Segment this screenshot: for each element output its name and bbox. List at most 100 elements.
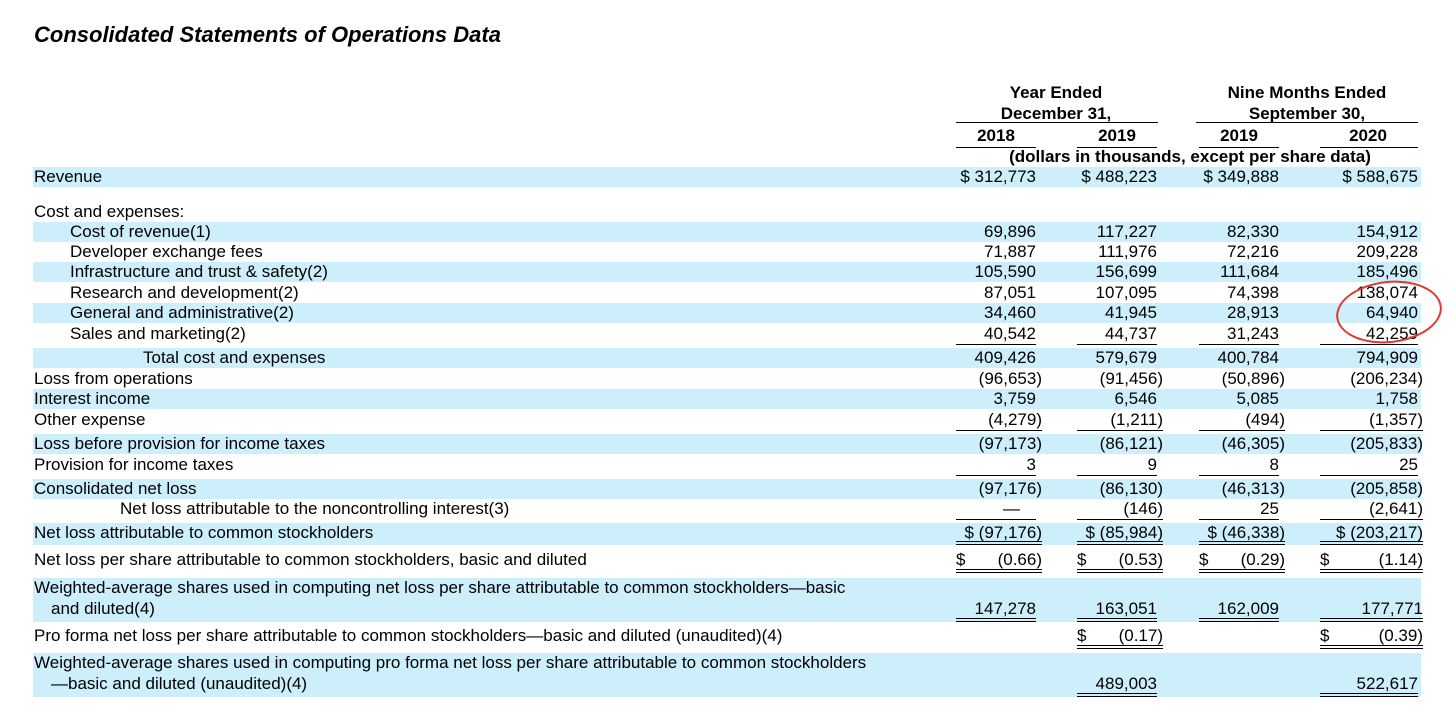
- value: (0.66): [997, 550, 1042, 569]
- cell-2019a: (86,130): [1077, 479, 1163, 499]
- cell-2019a: 107,095: [1077, 283, 1157, 303]
- value: (205,858): [1350, 479, 1423, 498]
- dollar-sign: $: [1077, 626, 1087, 645]
- table-row-pro-forma-weighted-shares: Weighted-average shares used in computin…: [33, 653, 1421, 697]
- value: 28,913: [1227, 303, 1279, 322]
- value: 3: [1026, 455, 1036, 474]
- value: $ (97,176): [964, 523, 1043, 542]
- value: $ 349,888: [1203, 167, 1279, 186]
- value: 87,051: [984, 283, 1036, 302]
- value: 489,003: [1095, 674, 1157, 693]
- row-label: Infrastructure and trust & safety(2): [70, 262, 328, 281]
- cell-2020: 209,228: [1320, 242, 1418, 262]
- header-year-ended: Year Ended December 31,: [956, 82, 1156, 124]
- value: (494): [1245, 410, 1285, 429]
- cell-2019b: $ 349,888: [1199, 167, 1279, 187]
- value: 1,758: [1375, 389, 1418, 408]
- cell-2018: $ (0.66): [956, 550, 1042, 573]
- value: $ 488,223: [1081, 167, 1157, 186]
- header-year-2020: 2020: [1349, 126, 1387, 145]
- cell-2020: 177,771: [1320, 599, 1423, 622]
- cell-2020: 794,909: [1320, 348, 1418, 368]
- row-label: Net loss per share attributable to commo…: [34, 550, 587, 569]
- row-label: General and administrative(2): [70, 303, 294, 322]
- value: 34,460: [984, 303, 1036, 322]
- value: 72,216: [1227, 242, 1279, 261]
- cell-2019a: 41,945: [1077, 303, 1157, 323]
- header-year-ended-rule: [956, 122, 1158, 123]
- cell-2019a: 579,679: [1077, 348, 1157, 368]
- cell-2019b: $ (0.29): [1199, 550, 1285, 573]
- value: (96,653): [978, 369, 1042, 388]
- value: 147,278: [974, 599, 1036, 618]
- dollar-sign: $: [1199, 550, 1209, 569]
- cell-2019b: 162,009: [1199, 599, 1279, 622]
- value: 162,009: [1217, 599, 1279, 618]
- cell-2019b: 28,913: [1199, 303, 1279, 323]
- value: 117,227: [1096, 222, 1157, 241]
- cell-2018: 40,542: [956, 324, 1036, 345]
- cell-2019a: 163,051: [1077, 599, 1157, 622]
- cell-2019b: (46,313): [1199, 479, 1285, 499]
- cell-2018: $ 312,773: [956, 167, 1036, 187]
- value: (205,833): [1350, 434, 1423, 453]
- value: 185,496: [1356, 262, 1418, 281]
- cell-2020: (2,641): [1320, 499, 1423, 520]
- value: (86,130): [1099, 479, 1163, 498]
- value: 154,912: [1356, 222, 1418, 241]
- cell-2020: $ 588,675: [1320, 167, 1418, 187]
- cell-2018: 147,278: [956, 599, 1036, 622]
- cell-2020: (206,234): [1320, 369, 1423, 389]
- row-label: Consolidated net loss: [34, 479, 197, 498]
- value: 40,542: [984, 324, 1036, 343]
- table-row-revenue: Revenue $ 312,773 $ 488,223 $ 349,888 $ …: [33, 167, 1421, 187]
- value: (0.29): [1240, 550, 1285, 569]
- value: (46,305): [1221, 434, 1285, 453]
- value: (97,173): [978, 434, 1042, 453]
- cell-2019a: 44,737: [1077, 324, 1157, 345]
- table-row-research-development: Research and development(2) 87,051 107,0…: [33, 283, 1421, 303]
- value: 5,085: [1236, 389, 1279, 408]
- cell-2018: 69,896: [956, 222, 1036, 242]
- cell-2018: 3,759: [956, 389, 1036, 409]
- table-row-pro-forma-net-loss-per-share: Pro forma net loss per share attributabl…: [33, 626, 1423, 650]
- value: 44,737: [1105, 324, 1157, 343]
- cell-2019a: 489,003: [1077, 674, 1157, 697]
- row-label: Pro forma net loss per share attributabl…: [34, 626, 783, 645]
- row-label: Other expense: [34, 410, 146, 429]
- cell-2018: (4,279): [956, 410, 1042, 431]
- value: 409,426: [974, 348, 1036, 367]
- value: 163,051: [1095, 599, 1157, 618]
- cell-2019b: $ (46,338): [1199, 523, 1285, 545]
- value: 177,771: [1361, 599, 1423, 618]
- row-label-line2: and diluted(4): [51, 599, 155, 618]
- dollar-sign: $: [956, 550, 966, 569]
- value: (206,234): [1350, 369, 1423, 388]
- value: 3,759: [993, 389, 1036, 408]
- cell-2020: 185,496: [1320, 262, 1418, 282]
- cell-2019b: 5,085: [1199, 389, 1279, 409]
- value: $ 312,773: [960, 167, 1036, 186]
- units-note: (dollars in thousands, except per share …: [1009, 147, 1371, 166]
- cell-2019a: (1,211): [1077, 410, 1163, 431]
- value: 71,887: [984, 242, 1036, 261]
- value: 105,590: [974, 262, 1036, 281]
- dollar-sign: $: [1077, 550, 1087, 569]
- table-row-noncontrolling-interest: Net loss attributable to the noncontroll…: [33, 499, 1423, 521]
- value: (50,896): [1221, 369, 1285, 388]
- cell-2020: $ (0.39): [1320, 626, 1423, 649]
- row-label: Total cost and expenses: [143, 348, 326, 367]
- value: (2,641): [1369, 499, 1423, 518]
- value: (1,357): [1369, 410, 1423, 429]
- value: 74,398: [1227, 283, 1279, 302]
- cell-2020: 154,912: [1320, 222, 1418, 242]
- cell-2019b: (494): [1199, 410, 1285, 431]
- value: (1.14): [1378, 550, 1423, 569]
- cell-2018: 34,460: [956, 303, 1036, 323]
- value: (97,176): [978, 479, 1042, 498]
- row-label: Revenue: [34, 167, 103, 186]
- dollar-sign: $: [1320, 626, 1330, 645]
- row-label: Loss before provision for income taxes: [34, 434, 326, 453]
- row-label-line2: —basic and diluted (unaudited)(4): [51, 674, 308, 693]
- cell-2020: $ (203,217): [1320, 523, 1423, 545]
